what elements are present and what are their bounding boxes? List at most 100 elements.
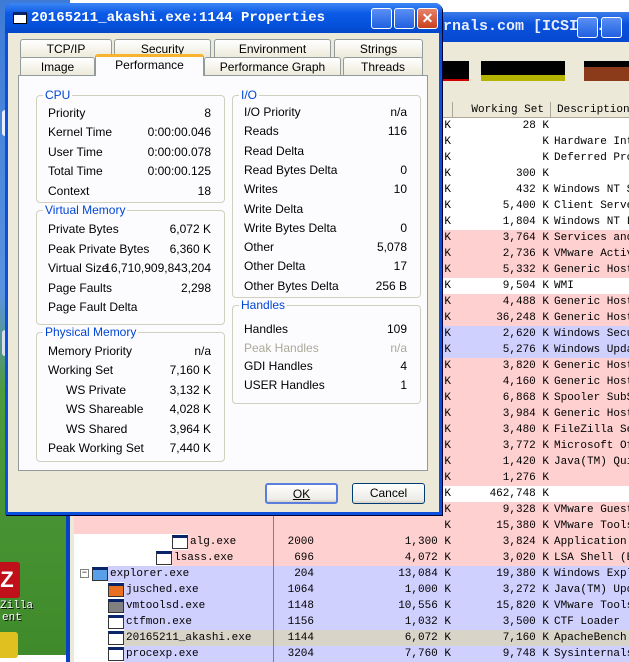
other-delta-value: 17 (393, 259, 407, 274)
handles-group-title: Handles (239, 298, 288, 312)
window-icon (13, 12, 27, 24)
ws-private-label: WS Private (66, 382, 127, 397)
working-set: 3,500 K (502, 616, 549, 628)
description: Java(TM) Quic (554, 456, 629, 468)
column-header-description[interactable]: Description (550, 102, 629, 118)
tab-image[interactable]: Image (20, 57, 95, 76)
table-row[interactable]: 20165211_akashi.exe 1144 6,072 K 7,160 K Apa… (74, 630, 629, 646)
description: Application L (554, 536, 629, 548)
working-set: 3,984 K (502, 408, 549, 420)
table-row[interactable]: K 15,380 K VMware Tools (74, 518, 629, 534)
maximize-button[interactable] (394, 8, 415, 29)
table-row[interactable]: vmtoolsd.exe 1148 10,556 K 15,820 K VMware T… (74, 598, 629, 614)
private-bytes: 1,032 K (404, 616, 451, 628)
memory-graph (481, 61, 565, 81)
peak-working-set-value: 7,440 K (169, 441, 211, 455)
peak-handles-value: n/a (390, 340, 407, 355)
working-set: 462,748 K (489, 488, 549, 500)
description: Generic Host (554, 376, 629, 388)
physical-memory-group-title: Physical Memory (43, 325, 139, 339)
write-bytes-delta-label: Write Bytes Delta (244, 220, 337, 235)
ws-shared-value: 3,964 K (169, 421, 211, 436)
description: Spooler SubSy (554, 392, 629, 404)
working-set: 9,748 K (502, 648, 549, 660)
description: VMware Tools (554, 600, 629, 612)
table-row[interactable]: alg.exe 2000 1,300 K 3,824 K Application L (74, 534, 629, 550)
collapse-icon[interactable]: − (80, 569, 89, 578)
process-name: procexp.exe (126, 648, 199, 660)
working-set: 1,804 K (502, 216, 549, 228)
other-delta-label: Other Delta (244, 259, 306, 274)
working-set: 3,764 K (502, 232, 549, 244)
working-set: 6,868 K (502, 392, 549, 404)
description: Windows Updat (554, 344, 629, 356)
private-bytes: 4,072 K (404, 552, 451, 564)
description: Windows NT Lo (554, 216, 629, 228)
window-icon (172, 535, 188, 549)
write-delta-label: Write Delta (244, 201, 304, 216)
column-header-working-set[interactable]: Working Set (452, 102, 550, 118)
cancel-button[interactable]: Cancel (352, 483, 425, 504)
process-pid: 1156 (287, 616, 314, 628)
handles-group: Handles Handles 109 Peak Handles n/a GDI Hand… (232, 298, 421, 404)
description: VMware Tools (554, 520, 629, 532)
virtual-size-label: Virtual Size (48, 261, 109, 275)
physical-memory-group: Physical Memory Memory Priority n/a Working… (36, 325, 225, 462)
vmware-icon (108, 599, 124, 613)
working-set: 5,276 K (502, 344, 549, 356)
minimize-button[interactable] (371, 8, 392, 29)
minimize-button[interactable] (577, 17, 598, 38)
memory-priority-value: n/a (194, 344, 211, 358)
peak-private-bytes-value: 6,360 K (169, 241, 211, 256)
ok-button[interactable]: OK (265, 483, 338, 504)
maximize-button[interactable] (601, 17, 622, 38)
filezilla-icon[interactable]: Z (0, 562, 20, 598)
tab-strings[interactable]: Strings (334, 39, 423, 58)
procexp-icon (108, 647, 124, 661)
process-pid: 1144 (287, 632, 314, 644)
process-pid: 696 (294, 552, 314, 564)
working-set-value: 7,160 K (169, 363, 211, 378)
description: CTF Loader (554, 616, 621, 628)
gdi-handles-value: 4 (400, 359, 407, 374)
working-set: 432 K (515, 184, 549, 196)
tab-performance-graph[interactable]: Performance Graph (204, 57, 341, 76)
context-value: 18 (197, 183, 211, 198)
context-label: Context (48, 183, 90, 198)
description: VMware Activa (554, 248, 629, 260)
description: Hardware Inte (554, 136, 629, 148)
tab-environment[interactable]: Environment (214, 39, 331, 58)
description: Sysinternals (554, 648, 629, 660)
working-set: 3,824 K (502, 536, 549, 548)
working-set: 2,736 K (502, 248, 549, 260)
close-button[interactable]: ✕ (417, 8, 438, 29)
tab-threads[interactable]: Threads (343, 57, 423, 76)
dialog-title-bar[interactable]: 20165211_akashi.exe:1144 Properties ✕ (5, 3, 442, 33)
table-row[interactable]: lsass.exe 696 4,072 K 3,020 K LSA Shell (Ex (74, 550, 629, 566)
private-bytes: 7,760 K (404, 648, 451, 660)
explorer-icon (92, 567, 108, 581)
ok-label: OK (292, 487, 311, 501)
io-group-title: I/O (239, 88, 260, 102)
working-set: 5,332 K (502, 264, 549, 276)
description: VMware Guest (554, 504, 629, 516)
ws-shareable-value: 4,028 K (169, 402, 211, 417)
working-set: 1,276 K (502, 472, 549, 484)
memory-priority-label: Memory Priority (48, 344, 133, 358)
table-row[interactable]: − explorer.exe 204 13,084 K 19,380 K Windows … (74, 566, 629, 582)
working-set: 9,504 K (502, 280, 549, 292)
total-time-label: Total Time (48, 164, 103, 179)
working-set: 3,480 K (502, 424, 549, 436)
tab-performance[interactable]: Performance (95, 54, 204, 76)
cpu-group: CPU Priority 8 Kernel Time 0:00:00.046 User T… (36, 88, 225, 203)
table-row[interactable]: jusched.exe 1064 1,000 K 3,272 K Java(TM) Up… (74, 582, 629, 598)
read-bytes-delta-label: Read Bytes Delta (244, 162, 338, 177)
desktop-icon[interactable] (0, 632, 18, 658)
table-row[interactable]: procexp.exe 3204 7,760 K 9,748 K Sysinternal… (74, 646, 629, 662)
process-pid: 1148 (287, 600, 314, 612)
working-set: 1,420 K (502, 456, 549, 468)
working-set: 4,160 K (502, 376, 549, 388)
table-row[interactable]: ctfmon.exe 1156 1,032 K 3,500 K CTF Loader (74, 614, 629, 630)
private-bytes: 1,000 K (404, 584, 451, 596)
virtual-memory-group-title: Virtual Memory (43, 203, 128, 217)
